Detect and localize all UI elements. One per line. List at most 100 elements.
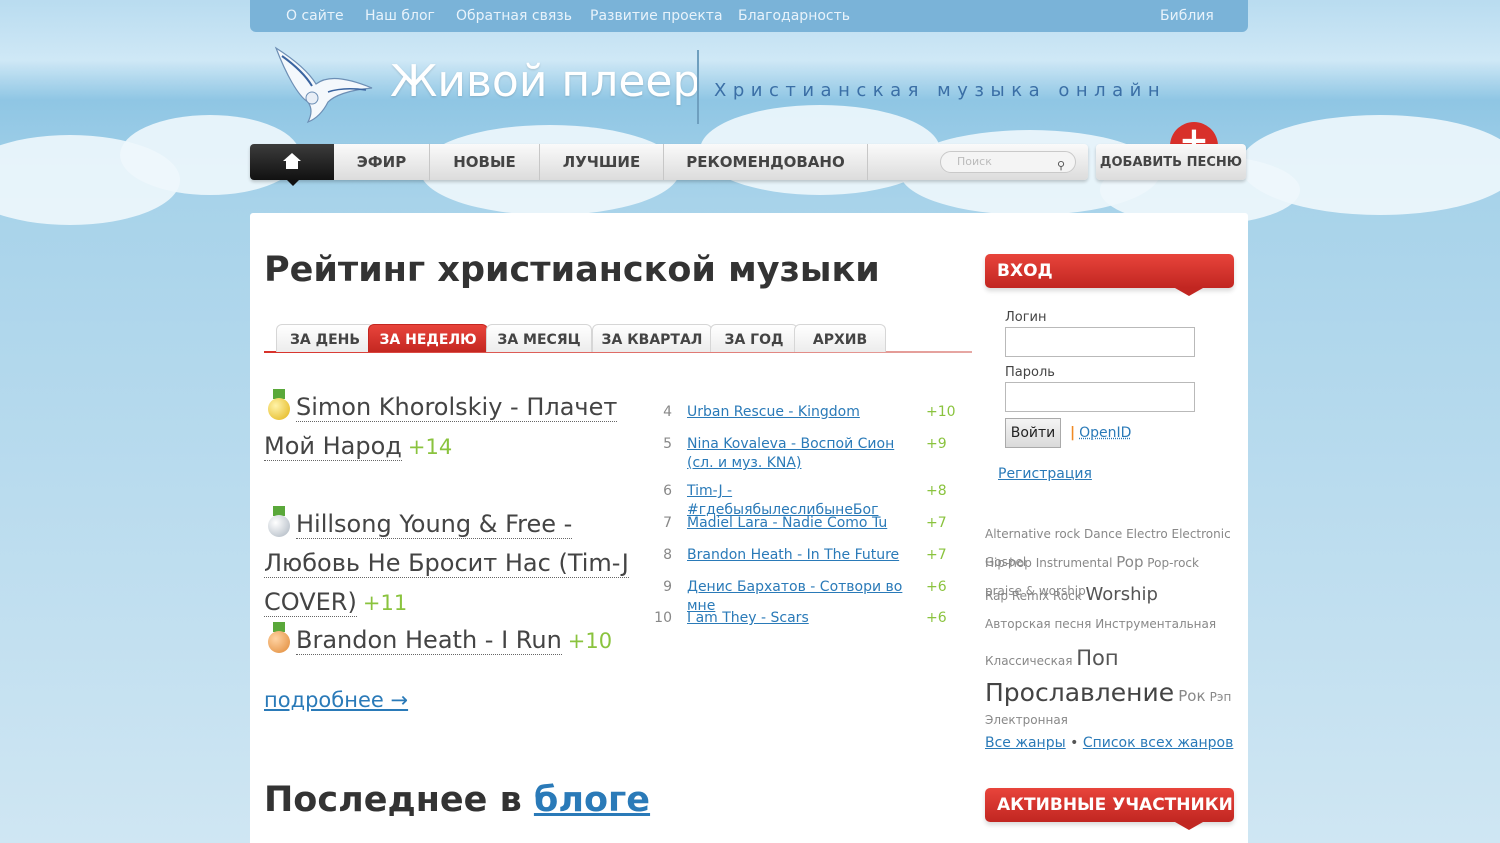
rank-song-link[interactable]: Madiel Lara - Nadie Como Tu xyxy=(687,514,909,533)
home-button[interactable] xyxy=(250,144,334,186)
ribbon-tail xyxy=(1175,288,1203,296)
register-link[interactable]: Регистрация xyxy=(998,466,1092,482)
tag[interactable]: Electro xyxy=(1126,527,1168,541)
site-title[interactable]: Живой плеер xyxy=(390,56,700,107)
top-song-link[interactable]: Hillsong Young & Free - Любовь Не Бросит… xyxy=(264,510,629,617)
tab-year[interactable]: ЗА ГОД xyxy=(710,324,798,352)
active-users-heading-text: АКТИВНЫЕ УЧАСТНИКИ xyxy=(997,795,1233,815)
rank-number: 6 xyxy=(663,483,672,499)
tag[interactable]: Hip-hop xyxy=(985,556,1032,570)
ribbon-tail xyxy=(1175,822,1203,830)
tag[interactable]: Rock xyxy=(1053,589,1082,603)
topbar-link-blog[interactable]: Наш блог xyxy=(365,8,435,24)
tag[interactable]: Dance xyxy=(1084,527,1122,541)
tag[interactable]: Worship xyxy=(1086,584,1158,605)
rank-score: +9 xyxy=(926,436,947,452)
search-placeholder: Поиск xyxy=(957,155,992,168)
bronze-medal-icon xyxy=(268,622,290,654)
topbar-link-thanks[interactable]: Благодарность xyxy=(738,8,850,24)
tab-archive[interactable]: АРХИВ xyxy=(794,324,886,352)
song-score: +14 xyxy=(407,435,453,459)
topbar-link-bible[interactable]: Библия xyxy=(1160,8,1214,24)
rank-song-link[interactable]: I am They - Scars xyxy=(687,609,909,628)
top-song-link[interactable]: Brandon Heath - I Run xyxy=(296,626,562,655)
tag[interactable]: Rap xyxy=(985,589,1008,603)
top-navigation-bar: О сайте Наш блог Обратная связь Развитие… xyxy=(250,0,1248,32)
site-tagline: Христианская музыка онлайн xyxy=(714,80,1167,101)
password-field[interactable] xyxy=(1005,382,1195,412)
period-tabs: ЗА ДЕНЬ ЗА НЕДЕЛЮ ЗА МЕСЯЦ ЗА КВАРТАЛ ЗА… xyxy=(264,324,972,354)
rank-score: +8 xyxy=(926,483,947,499)
tag[interactable]: Поп xyxy=(1076,646,1118,670)
topbar-link-about[interactable]: О сайте xyxy=(286,8,344,24)
song-score: +11 xyxy=(362,591,408,615)
tag[interactable]: Remix xyxy=(1012,589,1049,603)
search-input[interactable]: Поиск ⚲ xyxy=(940,151,1076,173)
tag[interactable]: Electronic xyxy=(1172,527,1231,541)
topbar-link-feedback[interactable]: Обратная связь xyxy=(456,8,572,24)
rank-number: 9 xyxy=(663,579,672,595)
rank-score: +7 xyxy=(926,547,947,563)
topbar-link-development[interactable]: Развитие проекта xyxy=(590,8,723,24)
silver-medal-icon xyxy=(268,506,290,538)
tab-week[interactable]: ЗА НЕДЕЛЮ xyxy=(368,324,488,352)
rank-number: 4 xyxy=(663,404,672,420)
login-heading: ВХОД xyxy=(985,254,1234,296)
top-item-1: Simon Khorolskiy - Плачет Мой Народ +14 xyxy=(264,388,634,467)
tag[interactable]: Alternative rock xyxy=(985,527,1080,541)
active-pointer xyxy=(287,180,299,186)
header-divider xyxy=(697,50,699,124)
all-genres-link[interactable]: Все жанры xyxy=(985,735,1066,751)
main-navigation: ЭФИР НОВЫЕ ЛУЧШИЕ РЕКОМЕНДОВАНО Поиск ⚲ xyxy=(250,144,1088,186)
more-link[interactable]: подробнее → xyxy=(264,688,408,712)
rank-number: 7 xyxy=(663,515,672,531)
rank-score: +7 xyxy=(926,515,947,531)
blog-link[interactable]: блоге xyxy=(534,780,650,820)
tag[interactable]: Прославление xyxy=(985,678,1174,707)
rank-song-link[interactable]: Urban Rescue - Kingdom xyxy=(687,403,909,422)
login-field[interactable] xyxy=(1005,327,1195,357)
tab-day[interactable]: ЗА ДЕНЬ xyxy=(276,324,374,352)
tab-quarter[interactable]: ЗА КВАРТАЛ xyxy=(592,324,712,352)
tag[interactable]: Pop-rock xyxy=(1147,556,1199,570)
openid-link[interactable]: | OpenID xyxy=(1070,425,1131,441)
dove-logo-icon[interactable] xyxy=(268,44,378,124)
rank-score: +6 xyxy=(926,579,947,595)
nav-item-air[interactable]: ЭФИР xyxy=(334,144,430,180)
openid-label: OpenID xyxy=(1079,425,1132,441)
login-label: Логин xyxy=(1005,310,1047,325)
rank-number: 10 xyxy=(654,610,672,626)
nav-item-new[interactable]: НОВЫЕ xyxy=(430,144,540,180)
login-heading-text: ВХОД xyxy=(997,261,1053,281)
search-icon[interactable]: ⚲ xyxy=(1057,156,1065,176)
tag[interactable]: Классическая xyxy=(985,654,1072,668)
genre-tag-cloud: Alternative rock Dance Electro Electroni… xyxy=(985,520,1237,732)
tag[interactable]: Pop xyxy=(1116,553,1143,571)
genres-list-link[interactable]: Список всех жанров xyxy=(1083,735,1234,751)
rank-number: 8 xyxy=(663,547,672,563)
tag[interactable]: Инструментальная xyxy=(1095,617,1216,631)
page-title: Рейтинг христианской музыки xyxy=(264,250,880,290)
top-item-2: Hillsong Young & Free - Любовь Не Бросит… xyxy=(264,505,634,623)
tag[interactable]: Рок xyxy=(1178,687,1205,705)
tag[interactable]: Instrumental xyxy=(1036,556,1113,570)
blog-heading: Последнее в блоге xyxy=(264,780,650,820)
rank-song-link[interactable]: Brandon Heath - In The Future xyxy=(687,546,909,565)
openid-icon: | xyxy=(1070,425,1076,441)
song-score: +10 xyxy=(567,629,613,653)
genre-links: Все жанры • Список всех жанров xyxy=(985,735,1234,751)
nav-item-best[interactable]: ЛУЧШИЕ xyxy=(540,144,664,180)
home-icon xyxy=(283,153,301,169)
tag[interactable]: Авторская песня xyxy=(985,617,1091,631)
gold-medal-icon xyxy=(268,389,290,421)
rank-score: +6 xyxy=(926,610,947,626)
rank-song-link[interactable]: Nina Kovaleva - Воспой Сион (сл. и муз. … xyxy=(687,435,909,473)
add-song-button[interactable]: ДОБАВИТЬ ПЕСНЮ xyxy=(1096,144,1246,180)
nav-item-recommended[interactable]: РЕКОМЕНДОВАНО xyxy=(664,144,868,180)
tag[interactable]: Рэп xyxy=(1210,690,1232,704)
active-users-heading: АКТИВНЫЕ УЧАСТНИКИ xyxy=(985,788,1234,830)
rank-number: 5 xyxy=(663,436,672,452)
tag[interactable]: Электронная xyxy=(985,713,1068,727)
tab-month[interactable]: ЗА МЕСЯЦ xyxy=(486,324,592,352)
login-button[interactable]: Войти xyxy=(1005,418,1061,448)
